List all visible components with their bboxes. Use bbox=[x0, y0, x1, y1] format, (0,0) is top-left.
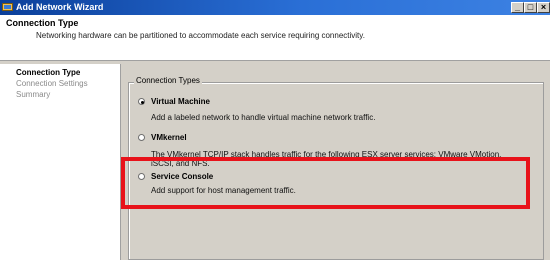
network-wizard-icon bbox=[2, 3, 13, 11]
step-summary[interactable]: Summary bbox=[16, 90, 50, 99]
virtual-machine-label[interactable]: Virtual Machine bbox=[151, 97, 210, 106]
connection-types-legend: Connection Types bbox=[134, 76, 202, 85]
wizard-steps-sidebar: Connection Type Connection Settings Summ… bbox=[0, 64, 121, 260]
window-title: Add Network Wizard bbox=[16, 2, 104, 12]
minimize-button[interactable]: _ bbox=[511, 2, 524, 13]
vmkernel-label[interactable]: VMkernel bbox=[151, 133, 187, 142]
title-bar: Add Network Wizard _ □ × bbox=[0, 0, 550, 15]
header-title: Connection Type bbox=[6, 18, 79, 28]
close-button[interactable]: × bbox=[537, 2, 550, 13]
step-connection-settings[interactable]: Connection Settings bbox=[16, 79, 88, 88]
vmkernel-radio[interactable] bbox=[138, 134, 145, 141]
step-connection-type[interactable]: Connection Type bbox=[16, 68, 80, 77]
wizard-header: Connection Type Networking hardware can … bbox=[0, 15, 550, 61]
header-description: Networking hardware can be partitioned t… bbox=[36, 31, 365, 40]
virtual-machine-radio[interactable] bbox=[138, 98, 145, 105]
maximize-button[interactable]: □ bbox=[524, 2, 537, 13]
highlight-box bbox=[121, 157, 530, 209]
virtual-machine-description: Add a labeled network to handle virtual … bbox=[151, 113, 376, 122]
